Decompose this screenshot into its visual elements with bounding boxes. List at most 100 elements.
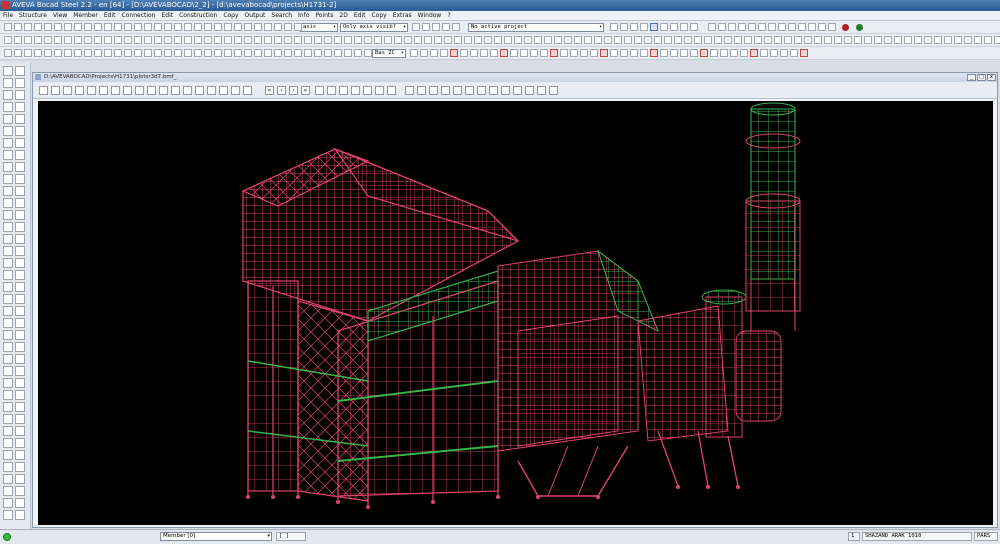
toolbar-button[interactable] xyxy=(748,23,756,31)
view-tool-button[interactable] xyxy=(375,86,384,95)
menu-structure[interactable]: Structure xyxy=(16,11,50,20)
palette-tool-button[interactable] xyxy=(3,306,13,316)
toolbar-button[interactable] xyxy=(94,49,102,57)
palette-tool-button[interactable] xyxy=(3,162,13,172)
palette-tool-button[interactable] xyxy=(3,210,13,220)
view-tool-button[interactable] xyxy=(99,86,108,95)
view-tool-button[interactable] xyxy=(441,86,450,95)
view-tool-button[interactable] xyxy=(549,86,558,95)
toolbar-button[interactable] xyxy=(264,23,272,31)
toolbar-button[interactable] xyxy=(204,23,212,31)
toolbar-button[interactable] xyxy=(614,36,622,44)
toolbar-button[interactable] xyxy=(728,23,736,31)
toolbar-button[interactable] xyxy=(874,36,882,44)
toolbar-button[interactable] xyxy=(454,36,462,44)
palette-tool-button[interactable] xyxy=(15,150,25,160)
toolbar-button[interactable] xyxy=(104,49,112,57)
project-combo[interactable]: No active project ▾ xyxy=(468,23,604,32)
toolbar-button[interactable] xyxy=(294,36,302,44)
palette-tool-button[interactable] xyxy=(15,378,25,388)
toolbar-button[interactable] xyxy=(724,36,732,44)
view-tool-button[interactable] xyxy=(147,86,156,95)
view-tool-button[interactable] xyxy=(51,86,60,95)
toolbar-button[interactable] xyxy=(640,49,648,57)
menu-edit[interactable]: Edit xyxy=(101,11,119,20)
toolbar-button[interactable] xyxy=(154,36,162,44)
toolbar-button[interactable] xyxy=(924,36,932,44)
toolbar-button[interactable] xyxy=(600,49,608,57)
toolbar-button[interactable] xyxy=(708,23,716,31)
toolbar-button[interactable] xyxy=(354,36,362,44)
member-combo[interactable]: Member [0] ▾ xyxy=(160,532,272,541)
toolbar-button[interactable] xyxy=(440,49,448,57)
toolbar-button[interactable] xyxy=(294,23,302,31)
toolbar-button[interactable] xyxy=(114,36,122,44)
palette-tool-button[interactable] xyxy=(15,114,25,124)
toolbar-button[interactable] xyxy=(944,36,952,44)
toolbar-button[interactable] xyxy=(630,49,638,57)
palette-tool-button[interactable] xyxy=(3,462,13,472)
toolbar-button[interactable] xyxy=(770,49,778,57)
toolbar-button[interactable] xyxy=(480,49,488,57)
toolbar-button[interactable] xyxy=(494,36,502,44)
view-tool-button[interactable] xyxy=(387,86,396,95)
view-tool-button[interactable] xyxy=(231,86,240,95)
toolbar-button[interactable] xyxy=(610,23,618,31)
toolbar-button[interactable] xyxy=(54,23,62,31)
toolbar-button[interactable] xyxy=(364,49,372,57)
toolbar-button[interactable] xyxy=(244,36,252,44)
toolbar-button[interactable] xyxy=(754,36,762,44)
toolbar-button[interactable] xyxy=(304,49,312,57)
toolbar-button[interactable] xyxy=(14,49,22,57)
toolbar-button[interactable] xyxy=(384,36,392,44)
toolbar-button[interactable] xyxy=(590,49,598,57)
toolbar-button[interactable] xyxy=(194,49,202,57)
toolbar-button[interactable] xyxy=(828,23,836,31)
toolbar-button[interactable] xyxy=(204,49,212,57)
toolbar-button[interactable] xyxy=(680,49,688,57)
view-tool-button[interactable] xyxy=(429,86,438,95)
toolbar-button[interactable] xyxy=(524,36,532,44)
toolbar-button[interactable] xyxy=(134,49,142,57)
toolbar-button[interactable] xyxy=(314,36,322,44)
palette-tool-button[interactable] xyxy=(3,186,13,196)
toolbar-button[interactable] xyxy=(544,36,552,44)
toolbar-button[interactable] xyxy=(394,36,402,44)
toolbar-button[interactable] xyxy=(570,49,578,57)
toolbar-button[interactable] xyxy=(214,36,222,44)
toolbar-button[interactable] xyxy=(934,36,942,44)
palette-tool-button[interactable] xyxy=(15,498,25,508)
toolbar-button[interactable] xyxy=(904,36,912,44)
palette-tool-button[interactable] xyxy=(3,90,13,100)
palette-tool-button[interactable] xyxy=(3,246,13,256)
palette-tool-button[interactable] xyxy=(3,474,13,484)
toolbar-button[interactable] xyxy=(254,36,262,44)
palette-tool-button[interactable] xyxy=(3,102,13,112)
toolbar-button[interactable] xyxy=(550,49,558,57)
palette-tool-button[interactable] xyxy=(15,462,25,472)
palette-tool-button[interactable] xyxy=(3,426,13,436)
view-tool-button[interactable] xyxy=(315,86,324,95)
toolbar-button[interactable] xyxy=(750,49,758,57)
toolbar-button[interactable] xyxy=(700,49,708,57)
toolbar-button[interactable] xyxy=(424,36,432,44)
toolbar-button[interactable] xyxy=(730,49,738,57)
view-tool-button[interactable] xyxy=(111,86,120,95)
toolbar-button[interactable] xyxy=(734,36,742,44)
toolbar-button[interactable] xyxy=(54,36,62,44)
toolbar-button[interactable] xyxy=(174,49,182,57)
toolbar-button[interactable] xyxy=(104,23,112,31)
toolbar-button[interactable] xyxy=(214,49,222,57)
toolbar-button[interactable] xyxy=(412,23,420,31)
toolbar-button[interactable] xyxy=(580,49,588,57)
toolbar-button[interactable] xyxy=(144,49,152,57)
palette-tool-button[interactable] xyxy=(15,102,25,112)
menu-view[interactable]: View xyxy=(50,11,70,20)
palette-tool-button[interactable] xyxy=(15,210,25,220)
toolbar-button[interactable] xyxy=(114,23,122,31)
palette-tool-button[interactable] xyxy=(3,174,13,184)
toolbar-button[interactable] xyxy=(500,49,508,57)
toolbar-button[interactable] xyxy=(84,23,92,31)
toolbar-button[interactable] xyxy=(964,36,972,44)
toolbar-button[interactable] xyxy=(758,23,766,31)
